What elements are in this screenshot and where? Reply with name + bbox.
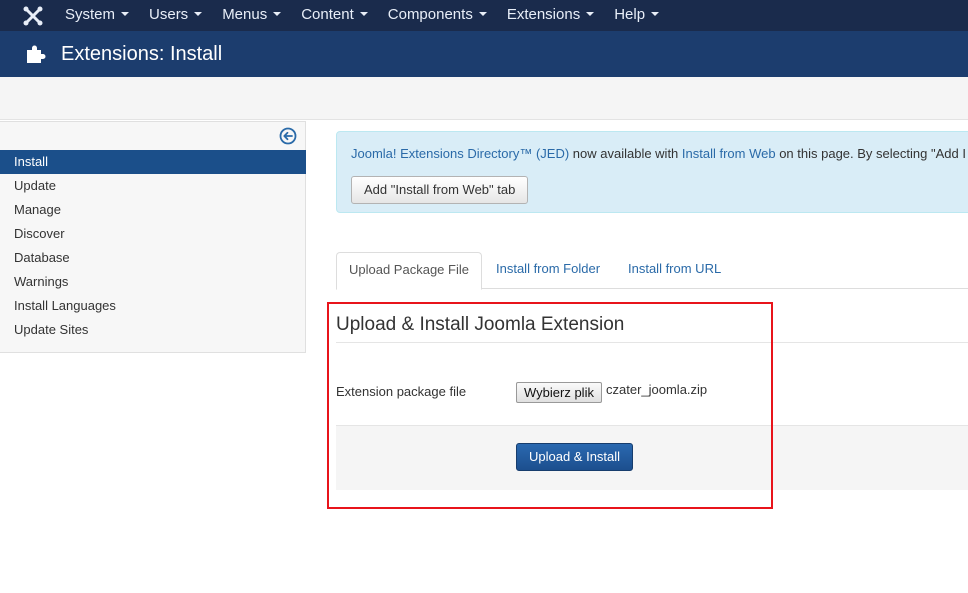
tab-install-from-url[interactable]: Install from URL xyxy=(616,252,733,288)
sidebar-item-install[interactable]: Install xyxy=(0,150,306,174)
menu-label: Help xyxy=(614,6,646,23)
sidebar-menu: Install Update Manage Discover Database … xyxy=(0,150,306,342)
sidebar-item-discover[interactable]: Discover xyxy=(0,222,306,246)
sidebar-item-database[interactable]: Database xyxy=(0,246,306,270)
menu-content[interactable]: Content xyxy=(291,0,378,31)
menu-system[interactable]: System xyxy=(55,0,139,31)
sidebar-item-update[interactable]: Update xyxy=(0,174,306,198)
alert-message: Joomla! Extensions Directory™ (JED) now … xyxy=(351,146,966,161)
menu-menus[interactable]: Menus xyxy=(212,0,291,31)
package-file-label: Extension package file xyxy=(336,384,467,399)
caret-down-icon xyxy=(273,12,282,17)
menu-label: System xyxy=(65,6,116,23)
sidebar: Install Update Manage Discover Database … xyxy=(0,121,306,353)
selected-file-name: czater_joomla.zip xyxy=(606,382,708,397)
menu-label: Users xyxy=(149,6,189,23)
upload-install-button[interactable]: Upload & Install xyxy=(516,443,634,471)
choose-file-button[interactable]: Wybierz plik xyxy=(516,382,602,403)
caret-down-icon xyxy=(651,12,660,17)
menu-label: Menus xyxy=(222,6,268,23)
caret-down-icon xyxy=(121,12,130,17)
jed-info-alert: Joomla! Extensions Directory™ (JED) now … xyxy=(336,131,968,213)
menu-components[interactable]: Components xyxy=(378,0,497,31)
caret-down-icon xyxy=(194,12,203,17)
menu-extensions[interactable]: Extensions xyxy=(497,0,604,31)
sidebar-item-warnings[interactable]: Warnings xyxy=(0,270,306,294)
top-navbar: System Users Menus Content Components Ex… xyxy=(0,0,968,31)
alert-text: on this page. By selecting "Add I xyxy=(775,146,966,161)
page-header: Extensions: Install xyxy=(0,31,968,77)
joomla-logo-icon[interactable] xyxy=(22,5,44,27)
divider xyxy=(336,342,968,343)
toolbar xyxy=(0,77,968,120)
menu-label: Components xyxy=(387,6,473,23)
install-tabs: Upload Package File Install from Folder … xyxy=(336,252,968,290)
caret-down-icon xyxy=(586,12,595,17)
arrow-left-circle-icon[interactable] xyxy=(279,127,297,145)
jed-link[interactable]: Joomla! Extensions Directory™ (JED) xyxy=(351,146,569,161)
tab-upload-package-file[interactable]: Upload Package File xyxy=(336,252,482,290)
add-install-from-web-button[interactable]: Add "Install from Web" tab xyxy=(351,176,529,204)
sidebar-item-manage[interactable]: Manage xyxy=(0,198,306,222)
menu-label: Extensions xyxy=(506,6,581,23)
menu-label: Content xyxy=(301,6,354,23)
puzzle-icon xyxy=(27,45,46,63)
sidebar-item-install-languages[interactable]: Install Languages xyxy=(0,294,306,318)
install-from-web-link[interactable]: Install from Web xyxy=(682,146,776,161)
caret-down-icon xyxy=(359,12,368,17)
menu-users[interactable]: Users xyxy=(139,0,212,31)
page-title: Extensions: Install xyxy=(61,43,223,65)
main-menu: System Users Menus Content Components Ex… xyxy=(55,0,669,31)
panel-title: Upload & Install Joomla Extension xyxy=(336,314,625,335)
alert-text: now available with xyxy=(569,146,682,161)
caret-down-icon xyxy=(478,12,487,17)
tab-install-from-folder[interactable]: Install from Folder xyxy=(484,252,612,288)
sidebar-item-update-sites[interactable]: Update Sites xyxy=(0,318,306,342)
menu-help[interactable]: Help xyxy=(604,0,669,31)
form-actions: Upload & Install xyxy=(336,425,968,490)
